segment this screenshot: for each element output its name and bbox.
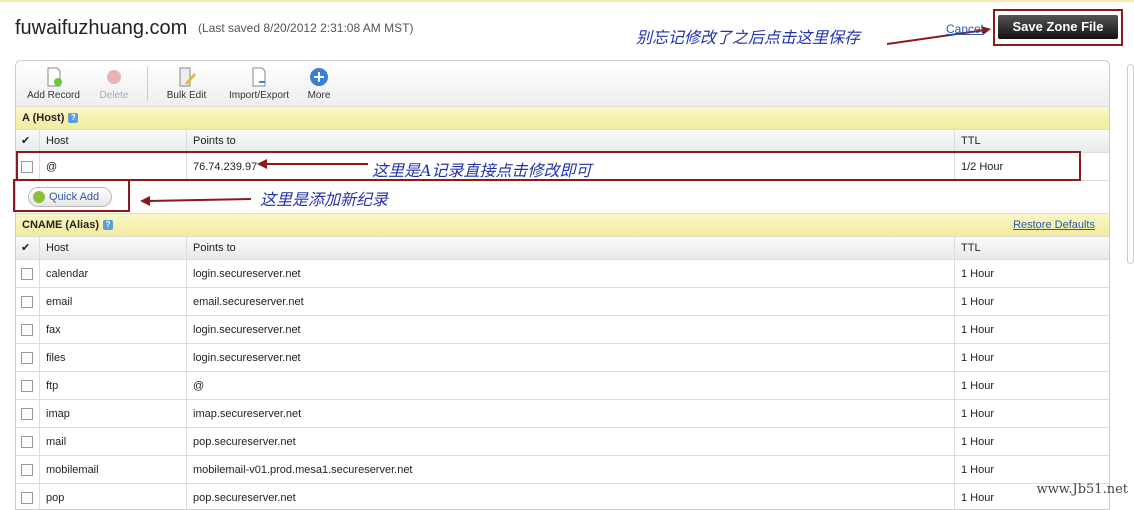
host-cell[interactable]: files — [39, 344, 186, 371]
cname-section-header: CNAME (Alias)? Restore Defaults — [16, 214, 1109, 237]
quick-add-highlight-box — [13, 179, 130, 212]
points-cell[interactable]: login.secureserver.net — [186, 316, 954, 343]
a-record-annotation: 这里是A记录直接点击修改即可 — [372, 161, 592, 180]
checkbox-cell — [16, 456, 39, 483]
help-icon[interactable]: ? — [68, 113, 79, 124]
host-cell[interactable]: email — [39, 288, 186, 315]
ttl-cell[interactable]: 1 Hour — [954, 316, 1109, 343]
arrow-annotation — [257, 159, 368, 169]
save-highlight-box: Save Zone File — [993, 9, 1123, 46]
add-record-icon — [47, 67, 62, 87]
arrow-annotation — [140, 196, 252, 206]
host-cell[interactable]: pop — [39, 484, 186, 509]
row-checkbox[interactable] — [21, 464, 33, 477]
cname-column-header: ✔ Host Points to TTL — [16, 237, 1109, 260]
cname-record-row[interactable]: mail pop.secureserver.net 1 Hour — [16, 428, 1109, 456]
bulk-edit-icon — [179, 67, 196, 87]
checkbox-cell — [16, 316, 39, 343]
host-cell[interactable]: calendar — [39, 260, 186, 287]
host-cell[interactable]: fax — [39, 316, 186, 343]
checkbox-cell — [16, 344, 39, 371]
points-cell[interactable]: mobilemail-v01.prod.mesa1.secureserver.n… — [186, 456, 954, 483]
a-host-section-header: A (Host)? — [16, 107, 1109, 130]
checkbox-cell — [16, 428, 39, 455]
ttl-cell[interactable]: 1 Hour — [954, 372, 1109, 399]
cname-record-row[interactable]: calendar login.secureserver.net 1 Hour — [16, 260, 1109, 288]
cancel-link[interactable]: Cancel — [946, 22, 983, 36]
col-points-to: Points to — [186, 130, 954, 152]
cname-record-row[interactable]: email email.secureserver.net 1 Hour — [16, 288, 1109, 316]
points-cell[interactable]: login.secureserver.net — [186, 344, 954, 371]
row-checkbox[interactable] — [21, 296, 33, 309]
host-cell[interactable]: mail — [39, 428, 186, 455]
host-cell[interactable]: imap — [39, 400, 186, 427]
last-saved: (Last saved 8/20/2012 2:31:08 AM MST) — [198, 21, 414, 35]
toolbar-divider — [147, 67, 148, 101]
watermark: www.Jb51.net — [1036, 482, 1128, 497]
ttl-cell[interactable]: 1 Hour — [954, 288, 1109, 315]
row-checkbox[interactable] — [21, 436, 33, 449]
zone-panel: Add Record Delete Bulk Edit Import/Expor… — [15, 60, 1110, 510]
points-cell[interactable]: login.secureserver.net — [186, 260, 954, 287]
row-checkbox[interactable] — [21, 408, 33, 421]
col-host: Host — [39, 237, 186, 259]
checkbox-cell — [16, 484, 39, 509]
cname-record-row[interactable]: files login.secureserver.net 1 Hour — [16, 344, 1109, 372]
ttl-cell[interactable]: 1 Hour — [954, 344, 1109, 371]
select-all-check-icon[interactable]: ✔ — [16, 237, 39, 259]
cname-record-row[interactable]: pop pop.secureserver.net 1 Hour — [16, 484, 1109, 509]
delete-icon — [107, 70, 121, 84]
cname-record-row[interactable]: imap imap.secureserver.net 1 Hour — [16, 400, 1109, 428]
side-panel-edge — [1127, 64, 1134, 264]
host-cell[interactable]: ftp — [39, 372, 186, 399]
delete-button[interactable]: Delete — [94, 67, 134, 101]
points-cell[interactable]: email.secureserver.net — [186, 288, 954, 315]
cname-record-row[interactable]: mobilemail mobilemail-v01.prod.mesa1.sec… — [16, 456, 1109, 484]
a-column-header: ✔ Host Points to TTL — [16, 130, 1109, 153]
add-record-button[interactable]: Add Record — [26, 67, 81, 101]
import-export-button[interactable]: Import/Export — [224, 67, 294, 101]
ttl-cell[interactable]: 1 Hour — [954, 428, 1109, 455]
col-points-to: Points to — [186, 237, 954, 259]
bulk-edit-button[interactable]: Bulk Edit — [164, 67, 209, 101]
more-button[interactable]: More — [304, 67, 334, 101]
row-checkbox[interactable] — [21, 268, 33, 281]
row-checkbox[interactable] — [21, 324, 33, 337]
cname-record-row[interactable]: fax login.secureserver.net 1 Hour — [16, 316, 1109, 344]
quick-add-annotation: 这里是添加新纪录 — [260, 190, 389, 209]
points-cell[interactable]: pop.secureserver.net — [186, 484, 954, 509]
points-cell[interactable]: pop.secureserver.net — [186, 428, 954, 455]
checkbox-cell — [16, 288, 39, 315]
host-cell[interactable]: mobilemail — [39, 456, 186, 483]
toolbar: Add Record Delete Bulk Edit Import/Expor… — [16, 61, 1109, 107]
save-annotation: 别忘记修改了之后点击这里保存 — [636, 28, 861, 47]
ttl-cell[interactable]: 1 Hour — [954, 260, 1109, 287]
row-checkbox[interactable] — [21, 352, 33, 365]
col-ttl: TTL — [954, 237, 1109, 259]
checkbox-cell — [16, 400, 39, 427]
checkbox-cell — [16, 260, 39, 287]
save-zone-file-button[interactable]: Save Zone File — [998, 15, 1118, 39]
domain-title: fuwaifuzhuang.com — [15, 17, 188, 39]
col-host: Host — [39, 130, 186, 152]
row-checkbox[interactable] — [21, 492, 33, 505]
row-checkbox[interactable] — [21, 380, 33, 393]
help-icon[interactable]: ? — [103, 220, 114, 231]
select-all-check-icon[interactable]: ✔ — [16, 130, 39, 152]
restore-defaults-link[interactable]: Restore Defaults — [1013, 214, 1095, 237]
ttl-cell[interactable]: 1 Hour — [954, 456, 1109, 483]
checkbox-cell — [16, 372, 39, 399]
cname-record-row[interactable]: ftp @ 1 Hour — [16, 372, 1109, 400]
import-export-icon — [252, 67, 266, 87]
more-icon — [310, 68, 328, 86]
ttl-cell[interactable]: 1 Hour — [954, 400, 1109, 427]
points-cell[interactable]: @ — [186, 372, 954, 399]
points-cell[interactable]: imap.secureserver.net — [186, 400, 954, 427]
col-ttl: TTL — [954, 130, 1109, 152]
